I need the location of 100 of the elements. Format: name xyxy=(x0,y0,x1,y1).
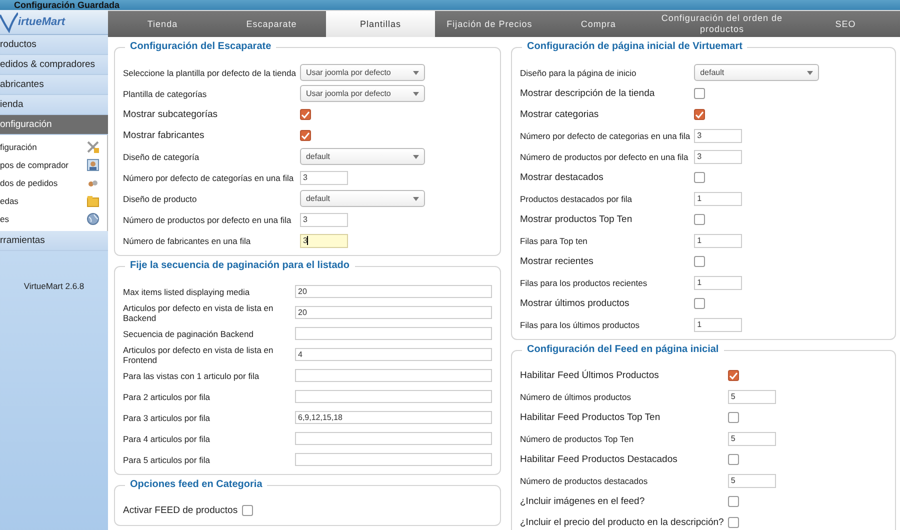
tab[interactable]: SEO xyxy=(791,11,900,37)
input-field[interactable]: 20 xyxy=(295,306,492,319)
input-field[interactable] xyxy=(295,453,492,466)
input-field[interactable]: 3 xyxy=(694,150,742,164)
input-field[interactable]: 3 xyxy=(300,212,348,226)
status-message: Configuración Guardada xyxy=(14,0,120,10)
sidebar-item[interactable]: rramientas xyxy=(0,231,108,251)
checkbox[interactable] xyxy=(694,109,706,120)
caret-icon xyxy=(412,92,419,96)
input-field[interactable]: 3 xyxy=(300,170,348,184)
tools-icon xyxy=(87,141,99,153)
input-field[interactable]: 5 xyxy=(728,432,776,446)
field-label: Para las vistas con 1 articulo por fila xyxy=(123,370,260,383)
globe-icon xyxy=(87,213,99,225)
field-label: Articulos por defecto en vista de lista en Frontend xyxy=(123,344,274,365)
checkbox[interactable] xyxy=(694,298,706,309)
field-label: Mostrar categorias xyxy=(520,108,600,122)
tab[interactable]: Plantillas xyxy=(326,11,435,37)
input-field[interactable]: 1 xyxy=(694,318,742,332)
swoosh-icon xyxy=(0,11,18,33)
submenu-item[interactable]: dos de pedidos xyxy=(0,174,107,192)
dropdown[interactable]: default xyxy=(694,64,820,81)
field-label: Plantilla de categorías xyxy=(123,88,208,101)
checkbox[interactable] xyxy=(728,454,739,465)
field-label: Max items listed displaying media xyxy=(123,286,251,299)
caret-icon xyxy=(412,70,419,74)
checkbox[interactable] xyxy=(242,505,253,516)
field-label: Productos destacados por fila xyxy=(520,192,633,206)
sidebar-item[interactable]: onfiguración xyxy=(0,115,108,135)
checkbox[interactable] xyxy=(728,517,739,528)
input-field[interactable] xyxy=(295,432,492,445)
input-field[interactable]: 3 xyxy=(694,128,742,142)
checkbox[interactable] xyxy=(728,412,739,423)
field-label: Diseño de producto xyxy=(123,192,198,206)
dropdown[interactable]: default xyxy=(300,148,425,165)
checkbox[interactable] xyxy=(694,256,706,267)
field-label: Mostrar fabricantes xyxy=(123,128,206,142)
field-label: Mostrar productos Top Ten xyxy=(520,212,634,226)
checkbox[interactable] xyxy=(694,214,706,225)
input-field[interactable]: 1 xyxy=(694,234,742,248)
field-label: Secuencia de paginación Backend xyxy=(123,328,254,341)
field-label: Número por defecto de categorias en una fila xyxy=(520,130,690,143)
section-title: Configuración de página inicial de Virtuemart xyxy=(522,41,748,52)
user-card-icon xyxy=(87,159,99,171)
tab[interactable]: Configuración del orden de productos xyxy=(652,11,791,37)
submenu-item[interactable]: figuración xyxy=(0,138,107,156)
field-label: Número de últimos productos xyxy=(520,390,632,404)
input-field[interactable]: 3 xyxy=(300,234,348,248)
field-label: Para 3 articulos por fila xyxy=(123,412,211,425)
tab[interactable]: Tienda xyxy=(108,11,217,37)
caret-icon xyxy=(412,154,419,158)
check-icon xyxy=(728,372,738,380)
input-field[interactable] xyxy=(295,327,492,340)
sidebar-item[interactable]: ienda xyxy=(0,95,108,115)
field-label: Número de productos por defecto en una fila xyxy=(123,214,292,227)
checkbox[interactable] xyxy=(694,172,706,183)
field-label: ¿Incluir imágenes en el feed? xyxy=(520,494,646,508)
field-label: Seleccione la plantilla por defecto de la tienda xyxy=(123,66,296,80)
checkbox[interactable] xyxy=(694,88,706,99)
field-label: Habilitar Feed Últimos Productos xyxy=(520,368,660,382)
submenu-item[interactable]: edas xyxy=(0,192,107,210)
checkbox[interactable] xyxy=(300,130,311,141)
checkbox[interactable] xyxy=(728,496,739,507)
input-field[interactable]: 1 xyxy=(694,192,742,206)
tab[interactable]: Fijación de Precios xyxy=(434,11,544,37)
field-label: Número de fabricantes en una fila xyxy=(123,234,252,248)
field-label: Habilitar Feed Productos Top Ten xyxy=(520,410,662,424)
input-field[interactable]: 20 xyxy=(295,285,492,298)
checkbox[interactable] xyxy=(300,109,311,120)
version-text: VirtueMart 2.6.8 xyxy=(24,281,84,291)
dropdown[interactable]: Usar joomla por defecto xyxy=(300,64,425,81)
input-field[interactable] xyxy=(295,369,492,382)
tab[interactable]: Escaparate xyxy=(216,11,326,37)
section-title: Configuración del Feed en página inicial xyxy=(522,344,724,355)
checkbox[interactable] xyxy=(728,370,739,381)
field-label: Mostrar destacados xyxy=(520,170,604,184)
input-field[interactable]: 5 xyxy=(728,390,776,404)
dropdown[interactable]: default xyxy=(300,190,425,207)
input-field[interactable]: 1 xyxy=(694,276,742,290)
field-label: ¿Incluir el precio del producto en la descripción? xyxy=(520,516,724,530)
dropdown[interactable]: Usar joomla por defecto xyxy=(300,85,425,102)
field-label: Mostrar últimos productos xyxy=(520,296,630,310)
field-label: Diseño para la página de inicio xyxy=(520,66,638,80)
field-label: Mostrar descripción de la tienda xyxy=(520,86,656,100)
field-label: Número de productos por defecto en una fila xyxy=(520,150,690,164)
field-label: Activar FEED de productos xyxy=(123,504,238,518)
input-field[interactable]: 5 xyxy=(728,474,776,488)
check-icon xyxy=(695,110,704,118)
sidebar-item[interactable]: abricantes xyxy=(0,75,108,95)
input-field[interactable] xyxy=(295,390,492,403)
field-label: Mostrar recientes xyxy=(520,254,594,268)
folder-icon xyxy=(87,195,99,207)
field-label: Número de productos Top Ten xyxy=(520,432,635,446)
input-field[interactable]: 4 xyxy=(295,348,492,361)
submenu-item[interactable]: es xyxy=(0,210,107,228)
check-icon xyxy=(300,110,310,118)
input-field[interactable]: 6,9,12,15,18 xyxy=(295,411,492,424)
submenu-item[interactable]: pos de comprador xyxy=(0,156,107,174)
section-title: Opciones feed en Categoria xyxy=(125,479,268,490)
tab[interactable]: Compra xyxy=(544,11,653,37)
